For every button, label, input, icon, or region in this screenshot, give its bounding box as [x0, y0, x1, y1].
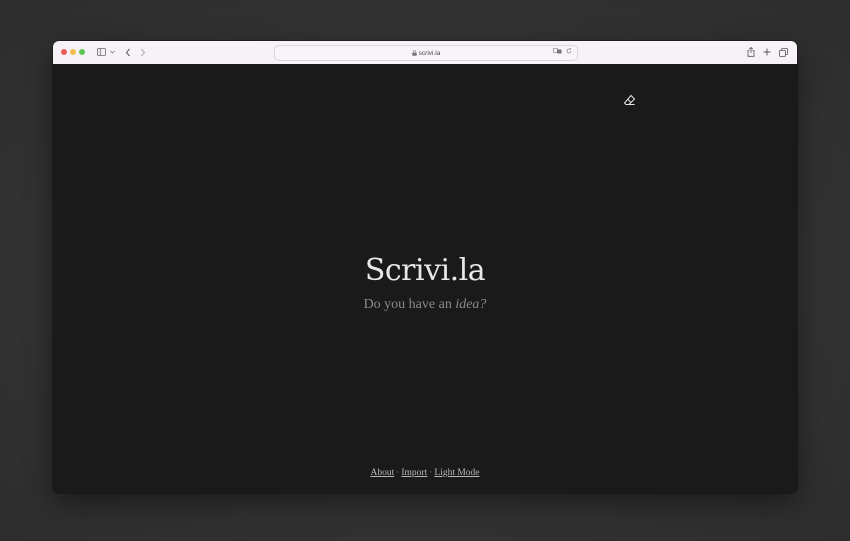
tabs-overview-icon[interactable] — [779, 46, 788, 58]
translate-icon[interactable] — [553, 48, 562, 54]
browser-toolbar: scrivi.la — [53, 41, 797, 65]
footer-separator: · — [429, 468, 433, 478]
minimize-window-button[interactable] — [70, 49, 76, 55]
sidebar-icon[interactable] — [96, 46, 106, 58]
forward-icon[interactable] — [139, 46, 147, 58]
browser-window: scrivi.la Scrivi.la Do you have an idea?… — [53, 41, 797, 493]
chevron-down-icon[interactable] — [109, 46, 115, 58]
url-text: scrivi.la — [418, 49, 441, 57]
back-icon[interactable] — [124, 46, 132, 58]
page-content: Scrivi.la Do you have an idea? About · Imp… — [53, 64, 797, 493]
about-link[interactable]: About — [370, 468, 394, 478]
footer-separator: · — [396, 468, 400, 478]
lock-icon — [411, 50, 417, 56]
zoom-window-button[interactable] — [79, 49, 85, 55]
new-tab-icon[interactable] — [763, 46, 771, 58]
address-bar[interactable]: scrivi.la — [274, 45, 578, 61]
subtitle-prefix: Do you have an — [363, 297, 452, 312]
eraser-icon[interactable] — [623, 94, 636, 107]
light-mode-link[interactable]: Light Mode — [434, 468, 479, 478]
page-subtitle: Do you have an idea? — [53, 297, 797, 313]
close-window-button[interactable] — [61, 49, 67, 55]
share-icon[interactable] — [747, 46, 755, 58]
page-title: Scrivi.la — [364, 253, 486, 288]
subtitle-emphasis: idea? — [455, 297, 487, 312]
import-link[interactable]: Import — [401, 468, 427, 478]
reload-icon[interactable] — [566, 48, 572, 54]
footer: About · Import · Light Mode — [53, 468, 797, 478]
